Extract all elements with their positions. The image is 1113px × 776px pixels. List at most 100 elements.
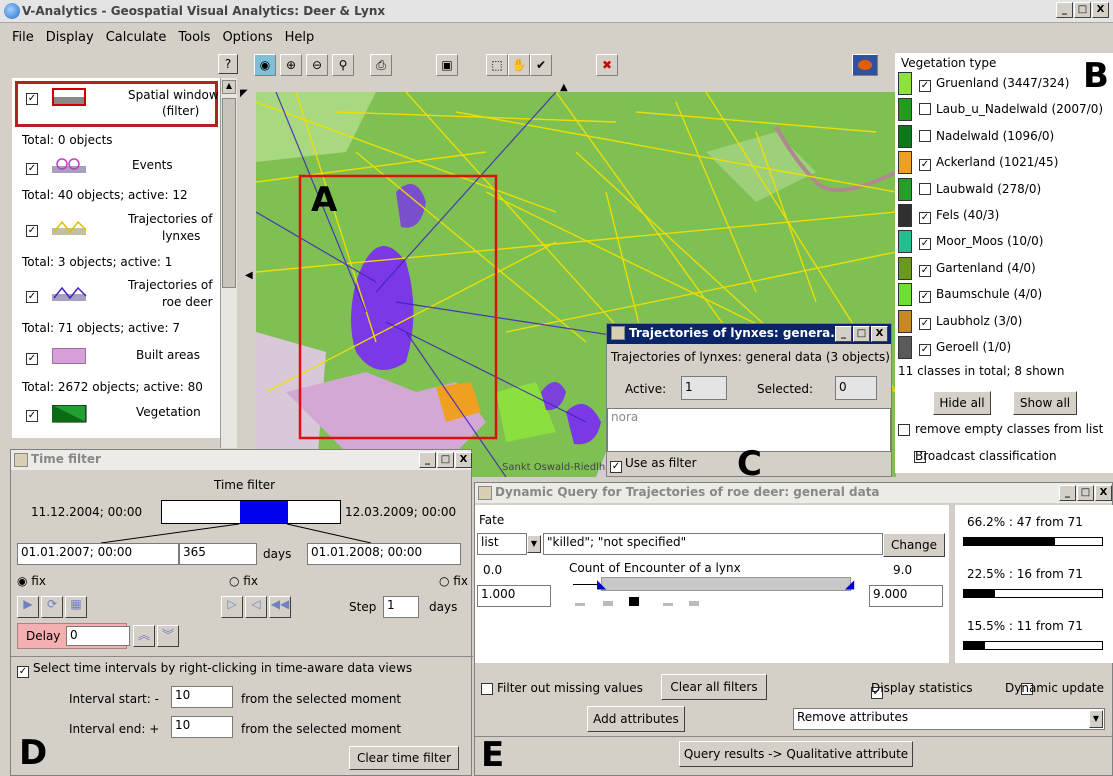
fix-start-radio[interactable]: ◉ fix: [17, 574, 46, 588]
interval-start-field[interactable]: 10: [171, 686, 233, 708]
legend-checkbox[interactable]: ✓: [919, 317, 931, 330]
loop-icon[interactable]: ⟳: [41, 596, 63, 618]
lynx-dialog-minimize[interactable]: _: [835, 326, 852, 342]
legend-checkbox[interactable]: ✓: [919, 344, 931, 356]
legend-checkbox[interactable]: ✓: [919, 159, 931, 172]
rewind-icon[interactable]: ◀◀: [269, 596, 291, 618]
time-filter-minimize[interactable]: _: [419, 452, 436, 468]
spatial-window-checkbox[interactable]: ✓: [26, 93, 38, 105]
print-icon[interactable]: ⎙: [370, 54, 392, 76]
checkmark-icon[interactable]: ✔: [530, 54, 552, 76]
select-rectangle-icon[interactable]: ⬚: [486, 54, 508, 76]
zoom-in-icon[interactable]: ⊕: [280, 54, 302, 76]
slider-high-handle[interactable]: ◢: [845, 577, 854, 591]
legend-item[interactable]: Nadelwald (1096/0): [898, 124, 1113, 149]
menu-calculate[interactable]: Calculate: [100, 30, 173, 45]
save-icon[interactable]: ▣: [436, 54, 458, 76]
vegetation-checkbox[interactable]: ✓: [26, 410, 38, 422]
legend-item[interactable]: Laubwald (278/0): [898, 177, 1113, 202]
legend-checkbox[interactable]: [919, 182, 931, 195]
zoom-out-icon[interactable]: ⊖: [306, 54, 328, 76]
built-areas-checkbox[interactable]: ✓: [26, 353, 38, 365]
time-filter-maximize[interactable]: □: [437, 452, 454, 468]
legend-item[interactable]: Laub_u_Nadelwald (2007/0): [898, 98, 1113, 122]
time-filter-close[interactable]: X: [455, 452, 472, 468]
slower-icon[interactable]: ︾: [157, 625, 179, 647]
lynx-trajectories-checkbox[interactable]: ✓: [26, 225, 38, 237]
zoom-user-icon[interactable]: ⚲: [332, 54, 354, 76]
use-as-filter-checkbox[interactable]: ✓: [610, 461, 622, 473]
filter-missing-checkbox[interactable]: [481, 683, 493, 695]
time-days-field[interactable]: 365: [179, 543, 257, 565]
fix-window-radio[interactable]: ○ fix: [229, 574, 258, 588]
menu-display[interactable]: Display: [40, 30, 100, 45]
remove-empty-checkbox[interactable]: [898, 424, 910, 436]
dropdown-arrow-icon[interactable]: ▼: [1089, 710, 1103, 728]
menu-options[interactable]: Options: [216, 30, 278, 45]
deer-trajectories-checkbox[interactable]: ✓: [26, 291, 38, 303]
legend-checkbox[interactable]: [919, 129, 931, 142]
fix-end-radio[interactable]: ○ fix: [439, 574, 468, 588]
maximize-button[interactable]: □: [1074, 2, 1091, 18]
legend-item[interactable]: ✓ Gruenland (3447/324): [898, 72, 1113, 96]
dyn-query-close[interactable]: X: [1095, 485, 1112, 501]
legend-item[interactable]: ✓ Fels (40/3): [898, 204, 1113, 228]
time-to-field[interactable]: 01.01.2008; 00:00: [307, 543, 461, 565]
show-all-button[interactable]: Show all: [1013, 391, 1077, 415]
play-icon[interactable]: ▶: [17, 596, 39, 618]
legend-checkbox[interactable]: ✓: [919, 238, 931, 251]
step-forward-icon[interactable]: ▷: [221, 596, 243, 618]
range-slider[interactable]: ◣ ◢: [573, 577, 854, 593]
legend-item[interactable]: ✓ Moor_Moos (10/0): [898, 230, 1113, 254]
legend-checkbox[interactable]: ✓: [919, 264, 931, 277]
legend-item[interactable]: ✓ Laubholz (3/0): [898, 309, 1113, 334]
select-intervals-checkbox[interactable]: ✓: [17, 666, 29, 678]
hide-all-button[interactable]: Hide all: [933, 391, 991, 415]
scroll-up-icon[interactable]: ▲: [222, 80, 236, 94]
globe-icon[interactable]: ◉: [254, 54, 276, 76]
add-attributes-button[interactable]: Add attributes: [587, 706, 685, 732]
delay-field[interactable]: 0: [66, 626, 130, 646]
interval-end-field[interactable]: 10: [171, 716, 233, 738]
legend-checkbox[interactable]: ✓: [919, 80, 931, 92]
dyn-query-minimize[interactable]: _: [1059, 485, 1076, 501]
help-button[interactable]: ?: [218, 54, 238, 74]
range-low-field[interactable]: 1.000: [477, 585, 551, 607]
time-range-bar[interactable]: [161, 500, 341, 524]
legend-checkbox[interactable]: ✓: [919, 291, 931, 304]
legend-checkbox[interactable]: [919, 103, 931, 116]
faster-icon[interactable]: ︽: [133, 625, 155, 647]
legend-item[interactable]: ✓ Geroell (1/0): [898, 336, 1113, 360]
query-results-button[interactable]: Query results -> Qualitative attribute: [679, 741, 913, 767]
clear-all-filters-button[interactable]: Clear all filters: [661, 674, 767, 700]
layer-toggle-icon[interactable]: [852, 54, 878, 76]
events-checkbox[interactable]: ✓: [26, 163, 38, 175]
stop-icon[interactable]: ▦: [65, 596, 87, 618]
dropdown-arrow-icon[interactable]: ▼: [527, 535, 541, 553]
menu-tools[interactable]: Tools: [172, 30, 216, 45]
clear-time-filter-button[interactable]: Clear time filter: [349, 746, 459, 770]
range-high-field[interactable]: 9.000: [869, 585, 943, 607]
pan-hand-icon[interactable]: ✋: [508, 54, 530, 76]
lynx-dialog-close[interactable]: X: [871, 326, 888, 342]
minimize-button[interactable]: _: [1056, 2, 1073, 18]
slider-selection[interactable]: [601, 577, 851, 591]
layer-scrollbar[interactable]: ▲: [220, 78, 237, 448]
dyn-query-maximize[interactable]: □: [1077, 485, 1094, 501]
slider-low-handle[interactable]: ◣: [597, 577, 606, 591]
change-button[interactable]: Change: [883, 533, 945, 557]
scroll-thumb[interactable]: [222, 98, 236, 288]
lynx-dialog-maximize[interactable]: □: [853, 326, 870, 342]
time-from-field[interactable]: 01.01.2007; 00:00: [17, 543, 179, 565]
fate-list-select[interactable]: list: [477, 533, 527, 555]
time-window-handle[interactable]: [240, 501, 288, 523]
close-button[interactable]: X: [1092, 2, 1109, 18]
fate-values-field[interactable]: "killed"; "not specified": [543, 533, 883, 555]
legend-item[interactable]: ✓ Gartenland (4/0): [898, 256, 1113, 281]
legend-item[interactable]: ✓ Ackerland (1021/45): [898, 151, 1113, 175]
menu-help[interactable]: Help: [279, 30, 321, 45]
cancel-x-icon[interactable]: ✖: [596, 54, 618, 76]
step-field[interactable]: 1: [383, 596, 419, 618]
legend-checkbox[interactable]: ✓: [919, 212, 931, 224]
remove-attributes-select[interactable]: Remove attributes: [793, 708, 1105, 730]
